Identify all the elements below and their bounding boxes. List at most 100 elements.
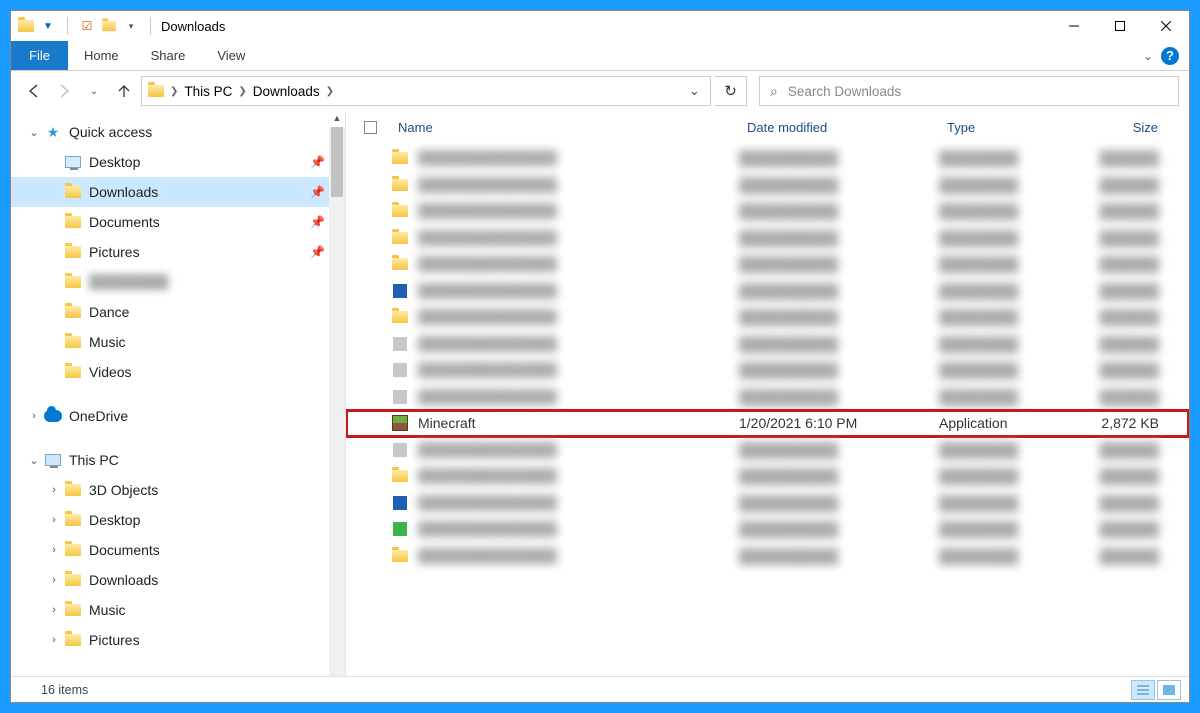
sidebar-item[interactable]: Dance xyxy=(11,297,345,327)
chevron-down-icon[interactable]: ⌄ xyxy=(25,126,43,139)
search-input[interactable]: ⌕ Search Downloads xyxy=(759,76,1179,106)
sidebar-item[interactable]: › 3D Objects xyxy=(11,475,345,505)
sidebar-item[interactable]: › Desktop xyxy=(11,505,345,535)
file-row[interactable]: ██████████████ ██████████ ████████ █████… xyxy=(346,145,1189,172)
qat-properties-icon[interactable]: ☑ xyxy=(78,15,96,37)
folder-icon xyxy=(63,362,83,382)
chevron-right-icon[interactable]: ❯ xyxy=(170,86,178,97)
file-size: ██████ xyxy=(1089,230,1189,246)
column-date[interactable]: Date modified xyxy=(739,120,939,135)
sidebar-item[interactable]: › Documents xyxy=(11,535,345,565)
folder-icon xyxy=(63,600,83,620)
nav-up-button[interactable] xyxy=(111,77,137,105)
file-row[interactable]: ██████████████ ██████████ ████████ █████… xyxy=(346,437,1189,464)
sidebar-scrollbar[interactable]: ▲ xyxy=(329,111,345,676)
chevron-right-icon[interactable]: › xyxy=(45,514,63,526)
column-check[interactable] xyxy=(356,121,390,134)
view-large-button[interactable] xyxy=(1157,680,1181,700)
tab-view[interactable]: View xyxy=(201,41,261,70)
file-icon xyxy=(390,546,410,566)
pin-icon: 📌 xyxy=(310,215,325,229)
column-type[interactable]: Type xyxy=(939,120,1089,135)
sidebar-item[interactable]: Music xyxy=(11,327,345,357)
file-date: ██████████ xyxy=(739,336,939,352)
sidebar-quick-access[interactable]: ⌄ ★ Quick access xyxy=(11,117,345,147)
chevron-right-icon[interactable]: › xyxy=(45,634,63,646)
sidebar-item[interactable]: Videos xyxy=(11,357,345,387)
chevron-right-icon[interactable]: ❯ xyxy=(238,86,246,97)
file-row[interactable]: ██████████████ ██████████ ████████ █████… xyxy=(346,278,1189,305)
sidebar-item[interactable]: › Pictures xyxy=(11,625,345,655)
file-row[interactable]: ██████████████ ██████████ ████████ █████… xyxy=(346,331,1189,358)
chevron-right-icon[interactable]: › xyxy=(45,484,63,496)
file-size: 2,872 KB xyxy=(1089,415,1189,431)
file-date: ██████████ xyxy=(739,521,939,537)
file-name: ██████████████ xyxy=(418,495,739,511)
file-row[interactable]: ██████████████ ██████████ ████████ █████… xyxy=(346,251,1189,278)
chevron-right-icon[interactable]: › xyxy=(45,604,63,616)
file-row[interactable]: ██████████████ ██████████ ████████ █████… xyxy=(346,304,1189,331)
nav-forward-button[interactable] xyxy=(51,77,77,105)
file-icon xyxy=(390,519,410,539)
file-row[interactable]: ██████████████ ██████████ ████████ █████… xyxy=(346,384,1189,411)
file-row[interactable]: Minecraft 1/20/2021 6:10 PM Application … xyxy=(346,410,1189,437)
sidebar-item[interactable]: Documents 📌 xyxy=(11,207,345,237)
file-size: ██████ xyxy=(1089,203,1189,219)
file-date: ██████████ xyxy=(739,230,939,246)
qat-customize-icon[interactable]: ▾ xyxy=(122,15,140,37)
file-row[interactable]: ██████████████ ██████████ ████████ █████… xyxy=(346,516,1189,543)
ribbon-expand-icon[interactable]: ⌄ xyxy=(1143,49,1153,63)
column-name[interactable]: Name xyxy=(390,120,739,135)
nav-history-dropdown[interactable]: ⌄ xyxy=(81,77,107,105)
file-type: ████████ xyxy=(939,256,1089,272)
chevron-right-icon[interactable]: ❯ xyxy=(326,86,334,97)
sidebar-item[interactable]: Pictures 📌 xyxy=(11,237,345,267)
sidebar-item[interactable]: Downloads 📌 xyxy=(11,177,345,207)
folder-icon xyxy=(63,510,83,530)
file-size: ██████ xyxy=(1089,468,1189,484)
sidebar-item[interactable]: Desktop 📌 xyxy=(11,147,345,177)
navbar: ⌄ ❯ This PC ❯ Downloads ❯ ⌄ ↻ ⌕ Search D… xyxy=(11,71,1189,111)
file-row[interactable]: ██████████████ ██████████ ████████ █████… xyxy=(346,357,1189,384)
file-row[interactable]: ██████████████ ██████████ ████████ █████… xyxy=(346,172,1189,199)
minimize-button[interactable] xyxy=(1051,11,1097,41)
sidebar-thispc[interactable]: ⌄ This PC xyxy=(11,445,345,475)
status-text: 16 items xyxy=(19,683,88,697)
maximize-button[interactable] xyxy=(1097,11,1143,41)
file-row[interactable]: ██████████████ ██████████ ████████ █████… xyxy=(346,198,1189,225)
nav-back-button[interactable] xyxy=(21,77,47,105)
file-row[interactable]: ██████████████ ██████████ ████████ █████… xyxy=(346,225,1189,252)
folder-icon xyxy=(63,540,83,560)
file-type: ████████ xyxy=(939,362,1089,378)
sidebar-item[interactable]: ████████ xyxy=(11,267,345,297)
tab-share[interactable]: Share xyxy=(135,41,202,70)
close-button[interactable] xyxy=(1143,11,1189,41)
tab-file[interactable]: File xyxy=(11,41,68,70)
view-details-button[interactable] xyxy=(1131,680,1155,700)
thispc-icon xyxy=(43,450,63,470)
file-row[interactable]: ██████████████ ██████████ ████████ █████… xyxy=(346,490,1189,517)
folder-icon xyxy=(63,242,83,262)
sidebar-item[interactable]: › Music xyxy=(11,595,345,625)
column-size[interactable]: Size xyxy=(1089,120,1189,135)
chevron-right-icon[interactable]: › xyxy=(45,544,63,556)
file-date: ██████████ xyxy=(739,468,939,484)
chevron-right-icon[interactable]: › xyxy=(45,574,63,586)
qat-newfolder-icon[interactable] xyxy=(100,15,118,37)
breadcrumb-item[interactable]: This PC xyxy=(180,84,236,99)
file-row[interactable]: ██████████████ ██████████ ████████ █████… xyxy=(346,463,1189,490)
sidebar-item[interactable]: › Downloads xyxy=(11,565,345,595)
file-size: ██████ xyxy=(1089,495,1189,511)
tab-home[interactable]: Home xyxy=(68,41,135,70)
breadcrumb-dropdown-icon[interactable]: ⌄ xyxy=(683,83,706,99)
chevron-right-icon[interactable]: › xyxy=(25,410,43,422)
help-button[interactable]: ? xyxy=(1161,47,1179,65)
window-title: Downloads xyxy=(161,19,225,34)
breadcrumb[interactable]: ❯ This PC ❯ Downloads ❯ ⌄ xyxy=(141,76,711,106)
refresh-button[interactable]: ↻ xyxy=(715,76,747,106)
sidebar-onedrive[interactable]: › OneDrive xyxy=(11,401,345,431)
breadcrumb-item[interactable]: Downloads xyxy=(249,84,324,99)
chevron-down-icon[interactable]: ⌄ xyxy=(25,454,43,467)
file-row[interactable]: ██████████████ ██████████ ████████ █████… xyxy=(346,543,1189,570)
qat-down-arrow-icon[interactable]: ▼ xyxy=(39,15,57,37)
